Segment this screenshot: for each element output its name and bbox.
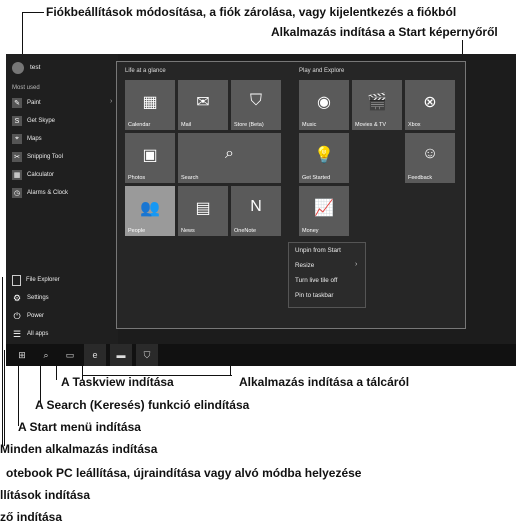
group-life-at-a-glance: Life at a glance	[125, 68, 166, 74]
user-avatar[interactable]	[12, 62, 24, 74]
tile-onenote[interactable]: N OneNote	[231, 186, 281, 236]
tile-movies-tv[interactable]: 🎬 Movies & TV	[352, 80, 402, 130]
music-icon: ◉	[317, 94, 331, 111]
menu-item-unpin[interactable]: Unpin from Start	[295, 247, 341, 254]
start-button[interactable]: ⊞	[12, 344, 32, 366]
search-icon: ⌕	[225, 145, 234, 162]
onenote-icon: N	[250, 198, 262, 215]
store-icon: ⛉	[249, 92, 262, 109]
tile-xbox[interactable]: ⊗ Xbox	[405, 80, 455, 130]
news-icon: ▤	[195, 200, 211, 217]
user-name[interactable]: test	[30, 64, 40, 71]
callout-taskview: A Taskview indítása	[61, 375, 174, 389]
callout-line	[22, 12, 44, 13]
callout-line	[230, 366, 231, 376]
callout-power: otebook PC leállítása, újraindítása vagy…	[6, 466, 362, 480]
callout-taskbar-app: Alkalmazás indítása a tálcáról	[239, 375, 410, 389]
maps-icon: ⌖	[12, 134, 22, 144]
folder-icon	[12, 274, 21, 286]
file-explorer-button[interactable]: File Explorer	[12, 273, 60, 287]
tile-music[interactable]: ◉ Music	[299, 80, 349, 130]
app-calculator[interactable]: ▦ Calculator	[12, 168, 54, 182]
people-icon: 👥	[140, 200, 160, 217]
tile-get-started[interactable]: 💡 Get Started	[299, 133, 349, 183]
power-icon: ⏻	[13, 310, 21, 321]
paint-icon: ✎	[12, 98, 22, 108]
gear-icon: ⚙	[12, 292, 22, 303]
callout-line	[40, 366, 41, 404]
feedback-icon: ☺	[421, 145, 439, 162]
app-maps[interactable]: ⌖ Maps	[12, 132, 42, 146]
callout-start-menu: A Start menü indítása	[18, 420, 141, 434]
tile-search[interactable]: ⌕ Search	[178, 133, 281, 183]
taskbar-store[interactable]: ⛉	[136, 344, 158, 366]
folder-icon: ▬	[116, 350, 126, 360]
app-get-skype[interactable]: S Get Skype	[12, 114, 55, 128]
callout-line	[18, 366, 19, 426]
tile-context-menu: Unpin from Start Resize › Turn live tile…	[288, 242, 366, 308]
menu-item-resize[interactable]: Resize	[295, 262, 314, 269]
menu-item-pin-taskbar[interactable]: Pin to taskbar	[295, 292, 334, 299]
callout-line	[4, 350, 5, 446]
tile-people[interactable]: 👥 People	[125, 186, 175, 236]
edge-icon: e	[92, 350, 98, 360]
group-play-and-explore: Play and Explore	[299, 68, 345, 74]
clapperboard-icon: 🎬	[367, 94, 387, 111]
tile-photos[interactable]: ▣ Photos	[125, 133, 175, 183]
tile-news[interactable]: ▤ News	[178, 186, 228, 236]
chevron-right-icon[interactable]: ›	[110, 98, 112, 105]
tile-calendar[interactable]: ▦ Calendar	[125, 80, 175, 130]
lightbulb-icon: 💡	[314, 147, 334, 164]
app-paint[interactable]: ✎ Paint	[12, 96, 41, 110]
photo-icon: ▣	[142, 147, 158, 164]
search-button[interactable]: ⌕	[36, 344, 56, 366]
callout-account: Fiókbeállítások módosítása, a fiók zárol…	[46, 5, 457, 19]
taskbar-file-explorer[interactable]: ▬	[110, 344, 132, 366]
skype-icon: S	[12, 116, 22, 126]
app-alarms-clock[interactable]: ◷ Alarms & Clock	[12, 186, 68, 200]
tile-feedback[interactable]: ☺ Feedback	[405, 133, 455, 183]
app-snipping-tool[interactable]: ✂ Snipping Tool	[12, 150, 63, 164]
settings-button[interactable]: ⚙ Settings	[12, 291, 49, 305]
callout-explorer: ző indítása	[0, 510, 63, 524]
callout-line	[56, 366, 57, 380]
taskbar-edge[interactable]: e	[84, 344, 106, 366]
xbox-icon: ⊗	[423, 94, 437, 111]
callout-settings: llítások indítása	[0, 488, 91, 502]
start-left-pane: test Most used ✎ Paint › S Get Skype ⌖ Maps…	[6, 54, 118, 344]
start-menu: test Most used ✎ Paint › S Get Skype ⌖ Maps…	[6, 54, 516, 344]
callout-start-screen: Alkalmazás indítása a Start képernyőről	[271, 25, 498, 39]
menu-item-live-tile-off[interactable]: Turn live tile off	[295, 277, 337, 284]
taskview-icon: ▭	[65, 349, 75, 360]
list-icon: ☰	[12, 328, 22, 339]
store-icon: ⛉	[143, 349, 151, 360]
taskbar: ⊞ ⌕ ▭ e ▬ ⛉	[6, 344, 516, 366]
tile-money[interactable]: 📈 Money	[299, 186, 349, 236]
most-used-label: Most used	[12, 85, 40, 91]
tile-mail[interactable]: ✉ Mail	[178, 80, 228, 130]
search-icon: ⌕	[43, 349, 49, 360]
windows-icon: ⊞	[18, 349, 26, 360]
scissors-icon: ✂	[12, 152, 22, 162]
power-button[interactable]: ⏻ Power	[12, 309, 44, 323]
chart-icon: 📈	[314, 200, 334, 217]
alarm-icon: ◷	[12, 188, 22, 198]
callout-all-apps: Minden alkalmazás indítása	[0, 442, 158, 456]
taskview-button[interactable]: ▭	[60, 344, 80, 366]
tile-store[interactable]: ⛉ Store (Beta)	[231, 80, 281, 130]
all-apps-button[interactable]: ☰ All apps	[12, 327, 48, 341]
calculator-icon: ▦	[12, 170, 22, 180]
chevron-right-icon: ›	[355, 261, 358, 268]
callout-search: A Search (Keresés) funkció elindítása	[35, 398, 250, 412]
calendar-icon: ▦	[142, 94, 158, 111]
mail-icon: ✉	[196, 94, 210, 111]
callout-line	[2, 277, 3, 447]
